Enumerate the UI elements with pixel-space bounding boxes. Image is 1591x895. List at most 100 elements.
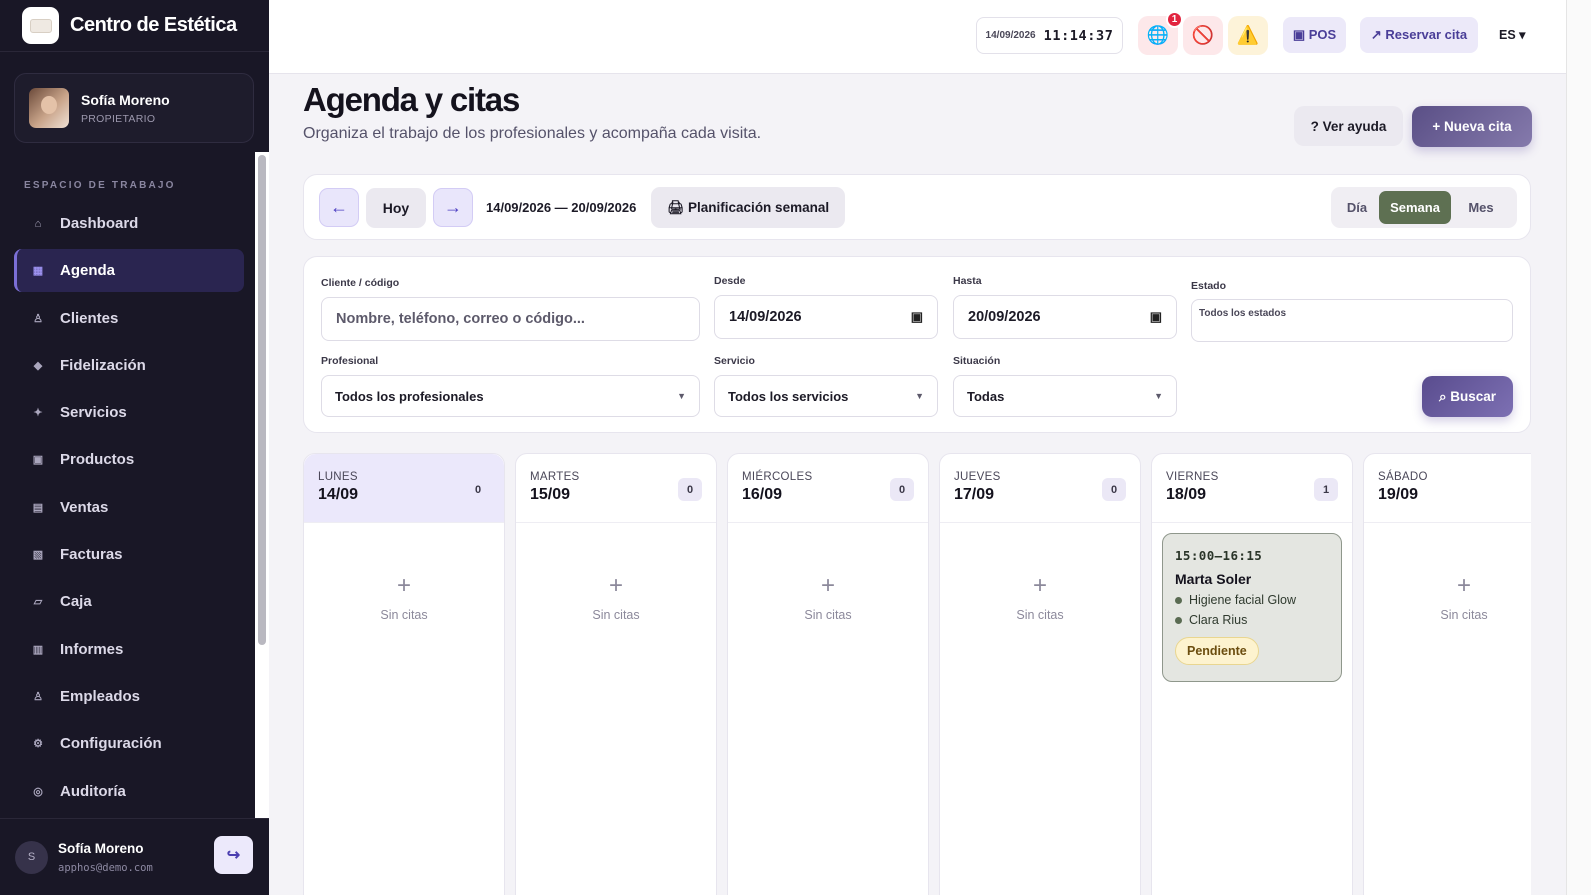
clock-time: 11:14:37 xyxy=(1043,27,1114,44)
empty-day-text: Sin citas xyxy=(1016,608,1064,622)
day-header: SÁBADO 19/09 xyxy=(1364,454,1531,523)
day-header: MIÉRCOLES 16/09 0 xyxy=(728,454,928,523)
pos-button[interactable]: ▣ POS xyxy=(1283,17,1346,53)
warning-icon: ⚠️ xyxy=(1236,25,1260,45)
sidebar-item-configuracion[interactable]: ⚙ Configuración xyxy=(14,722,244,765)
sidebar-item-servicios[interactable]: ✦ Servicios xyxy=(14,391,244,434)
sidebar-item-dashboard[interactable]: ⌂ Dashboard xyxy=(14,202,244,245)
profile-role: PROPIETARIO xyxy=(81,112,156,125)
new-appointment-button[interactable]: + Nueva cita xyxy=(1412,106,1532,147)
add-appointment-slot[interactable]: + Sin citas xyxy=(1364,572,1531,622)
from-date-field[interactable]: 14/09/2026 ▣ xyxy=(714,295,938,339)
service-select[interactable]: Todos los servicios ▼ xyxy=(714,375,938,417)
day-date: 19/09 xyxy=(1378,486,1419,503)
situation-select[interactable]: Todas ▼ xyxy=(953,375,1177,417)
appointment-professional: Clara Rius xyxy=(1189,613,1248,627)
report-icon: ▥ xyxy=(32,643,44,656)
view-week-tab[interactable]: Semana xyxy=(1379,191,1451,224)
diamond-icon: ◆ xyxy=(33,359,43,372)
add-appointment-slot[interactable]: + Sin citas xyxy=(516,572,716,622)
sidebar-item-label: Configuración xyxy=(60,735,162,753)
profile-card[interactable]: Sofía Moreno PROPIETARIO xyxy=(14,73,254,143)
search-button[interactable]: ⌕ Buscar xyxy=(1422,376,1513,417)
globe-icon: 🌐 xyxy=(1146,25,1170,45)
sidebar-item-auditoria[interactable]: ◎ Auditoría xyxy=(14,770,244,813)
block-button[interactable]: 🚫 xyxy=(1183,16,1223,55)
printer-icon: 🖨 xyxy=(666,199,685,215)
weekly-planning-label: Planificación semanal xyxy=(688,200,830,215)
sidebar-item-facturas[interactable]: ▧ Facturas xyxy=(14,533,244,576)
professional-select[interactable]: Todos los profesionales ▼ xyxy=(321,375,700,417)
page-title: Agenda y citas xyxy=(303,81,520,118)
sidebar-item-clientes[interactable]: ♙ Clientes xyxy=(14,297,244,340)
gear-icon: ⚙ xyxy=(33,738,43,751)
sidebar-item-label: Ventas xyxy=(60,498,109,516)
day-name: SÁBADO xyxy=(1378,471,1428,483)
day-column: MIÉRCOLES 16/09 0 + Sin citas xyxy=(727,453,929,895)
arrow-right-icon: → xyxy=(444,197,462,217)
day-appointment-count: 0 xyxy=(890,478,914,501)
help-button[interactable]: ? Ver ayuda xyxy=(1294,106,1403,146)
add-appointment-slot[interactable]: + Sin citas xyxy=(304,572,504,622)
plus-icon: + xyxy=(820,572,835,599)
from-date-label: Desde xyxy=(714,275,746,287)
sidebar-item-ventas[interactable]: ▤ Ventas xyxy=(14,486,244,529)
home-icon: ⌂ xyxy=(34,217,42,230)
previous-week-button[interactable]: ← xyxy=(319,188,359,227)
today-button[interactable]: Hoy xyxy=(366,188,426,228)
sidebar-item-label: Servicios xyxy=(60,404,127,422)
empty-day-text: Sin citas xyxy=(1440,608,1488,622)
sidebar-item-label: Facturas xyxy=(60,546,123,564)
to-date-field[interactable]: 20/09/2026 ▣ xyxy=(953,295,1177,339)
client-search-input[interactable]: Nombre, teléfono, correo o código... xyxy=(321,297,700,341)
appointment-time: 15:00–16:15 xyxy=(1175,548,1263,563)
appointment-service: Higiene facial Glow xyxy=(1189,593,1296,607)
logout-button[interactable]: ↪ xyxy=(214,836,253,874)
sidebar-scrollbar-thumb[interactable] xyxy=(258,155,266,645)
language-selector[interactable]: ES ▾ xyxy=(1499,27,1525,42)
sidebar-item-label: Caja xyxy=(60,593,92,611)
state-select[interactable]: Todos los estados xyxy=(1191,299,1513,342)
view-day-tab[interactable]: Día xyxy=(1335,191,1379,224)
state-filter-label: Estado xyxy=(1191,280,1227,292)
add-appointment-slot[interactable]: + Sin citas xyxy=(940,572,1140,622)
sidebar-item-label: Informes xyxy=(60,640,124,658)
globe-button[interactable]: 🌐 1 xyxy=(1138,11,1183,55)
reserve-appointment-button[interactable]: ↗ Reservar cita xyxy=(1360,17,1478,53)
brand-logo xyxy=(22,7,59,44)
day-header: VIERNES 18/09 1 xyxy=(1152,454,1352,523)
sidebar-item-agenda[interactable]: ▦ Agenda xyxy=(14,249,244,293)
sidebar-item-label: Clientes xyxy=(60,309,119,327)
prohibited-icon: 🚫 xyxy=(1191,25,1215,45)
day-column: VIERNES 18/09 1 15:00–16:15 Marta Soler … xyxy=(1151,453,1353,895)
bullet-icon xyxy=(1175,596,1182,604)
view-toggle: Día Semana Mes xyxy=(1331,187,1517,228)
warning-button[interactable]: ⚠️ xyxy=(1228,16,1268,55)
day-column: LUNES 14/09 0 + Sin citas xyxy=(303,453,505,895)
sidebar-item-caja[interactable]: ▱ Caja xyxy=(14,580,244,623)
calendar-picker-icon[interactable]: ▣ xyxy=(1150,309,1162,325)
situation-select-value: Todas xyxy=(967,388,1005,404)
view-month-tab[interactable]: Mes xyxy=(1451,191,1511,224)
appointment-card[interactable]: 15:00–16:15 Marta Soler Higiene facial G… xyxy=(1162,533,1342,682)
add-appointment-slot[interactable]: + Sin citas xyxy=(728,572,928,622)
notification-badge: 1 xyxy=(1166,11,1183,28)
sidebar-item-productos[interactable]: ▣ Productos xyxy=(14,438,244,481)
day-header: MARTES 15/09 0 xyxy=(516,454,716,523)
sidebar-item-label: Fidelización xyxy=(60,356,146,374)
sidebar-item-fidelizacion[interactable]: ◆ Fidelización xyxy=(14,344,244,387)
sidebar-item-label: Productos xyxy=(60,451,135,469)
next-week-button[interactable]: → xyxy=(433,188,473,227)
sidebar-item-empleados[interactable]: ♙ Empleados xyxy=(14,675,244,718)
from-date-value: 14/09/2026 xyxy=(729,309,802,325)
filters-panel: Cliente / código Nombre, teléfono, corre… xyxy=(303,256,1531,433)
page-scrollbar[interactable] xyxy=(1566,0,1591,895)
service-filter-label: Servicio xyxy=(714,355,755,367)
plus-icon: + xyxy=(608,572,623,599)
weekly-planning-button[interactable]: 🖨 Planificación semanal xyxy=(651,187,845,228)
day-header: JUEVES 17/09 0 xyxy=(940,454,1140,523)
sidebar-item-informes[interactable]: ▥ Informes xyxy=(14,628,244,671)
calendar-picker-icon[interactable]: ▣ xyxy=(911,309,923,325)
to-date-label: Hasta xyxy=(953,275,982,287)
professional-filter-label: Profesional xyxy=(321,355,379,367)
